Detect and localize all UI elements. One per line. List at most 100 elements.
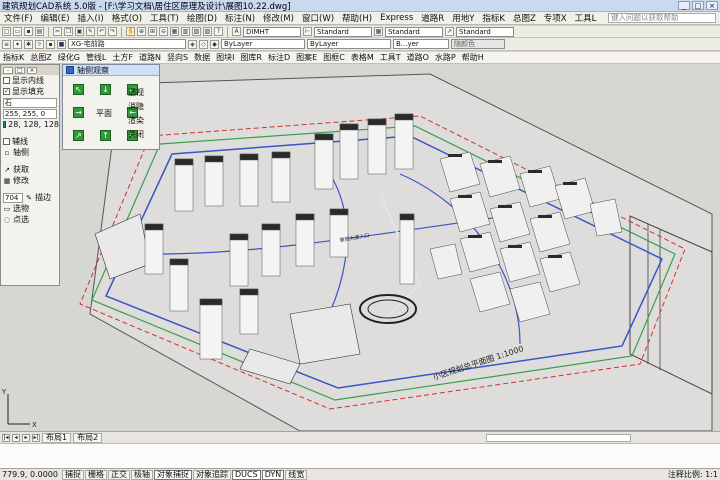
copy-icon[interactable]: ❐ bbox=[64, 27, 73, 36]
print-icon[interactable]: ▤ bbox=[35, 27, 44, 36]
zoom-window-icon[interactable]: ⊞ bbox=[148, 27, 157, 36]
menu-landuse[interactable]: 用地Y bbox=[448, 12, 478, 24]
tab-prev-icon[interactable]: ◂ bbox=[12, 433, 20, 442]
pmenu-water[interactable]: 水路P bbox=[432, 52, 459, 63]
pmenu-hatch[interactable]: 图案E bbox=[293, 52, 320, 63]
get-row[interactable]: ↗ 获取 bbox=[1, 164, 59, 175]
menu-tools[interactable]: 工具(T) bbox=[146, 12, 183, 24]
zoom-realtime-icon[interactable]: ⊕ bbox=[137, 27, 146, 36]
help-icon[interactable]: ? bbox=[214, 27, 223, 36]
color-icon[interactable]: ■ bbox=[57, 39, 66, 49]
arrow-right-icon[interactable]: → bbox=[73, 107, 84, 118]
make-current-icon[interactable]: ◈ bbox=[188, 39, 197, 49]
color1-row[interactable]: 255, 255, 0 bbox=[1, 108, 59, 119]
plotstyle-select[interactable]: 随颜色 bbox=[451, 39, 505, 49]
pan-icon[interactable]: ✋ bbox=[126, 27, 135, 36]
pmenu-table[interactable]: 表格M bbox=[348, 52, 377, 63]
arrow-up-right-icon[interactable]: ↗ bbox=[73, 130, 84, 141]
sun-icon[interactable]: ☼ bbox=[35, 39, 44, 49]
render-button[interactable]: 渲染 bbox=[128, 114, 154, 128]
axis-button[interactable]: 轴侧 bbox=[13, 147, 29, 158]
layer-states-icon[interactable]: ◆ bbox=[210, 39, 219, 49]
pmenu-dimension[interactable]: 标注D bbox=[265, 52, 293, 63]
table-style-select[interactable]: Standard bbox=[385, 26, 443, 37]
tab-first-icon[interactable]: |◂ bbox=[2, 433, 10, 442]
lineweight-toggle[interactable]: 线宽 bbox=[285, 469, 308, 480]
menu-special[interactable]: 专项X bbox=[540, 12, 571, 24]
tab-next-icon[interactable]: ▸ bbox=[22, 433, 30, 442]
grid-toggle[interactable]: 栅格 bbox=[85, 469, 107, 480]
panel-close-icon[interactable]: × bbox=[27, 66, 37, 74]
pmenu-data[interactable]: 数据 bbox=[191, 52, 213, 63]
point-button[interactable]: 点选 bbox=[13, 214, 29, 225]
get-button[interactable]: 获取 bbox=[13, 164, 29, 175]
panel-restore-icon[interactable]: □ bbox=[15, 66, 25, 74]
panel-minimize-icon[interactable]: - bbox=[3, 66, 13, 74]
pmenu-vertical[interactable]: 竖向S bbox=[164, 52, 191, 63]
close-button[interactable]: × bbox=[706, 1, 718, 10]
dim-style-icon[interactable]: ⊢ bbox=[303, 27, 312, 36]
menu-draw[interactable]: 绘图(D) bbox=[183, 12, 221, 24]
show-inner-lines-row[interactable]: 显示内线 bbox=[1, 75, 59, 86]
text-style-icon[interactable]: A bbox=[232, 27, 241, 36]
show-fill-row[interactable]: ✓ 显示填充 bbox=[1, 86, 59, 97]
lock-icon[interactable]: ▪ bbox=[46, 39, 55, 49]
pmenu-earth[interactable]: 土方F bbox=[109, 52, 136, 63]
cut-icon[interactable]: ✂ bbox=[53, 27, 62, 36]
aux-line-row[interactable]: 辅线 bbox=[1, 136, 59, 147]
tab-layout1[interactable]: 布局1 bbox=[42, 432, 72, 443]
pmenu-road[interactable]: 道路N bbox=[136, 52, 164, 63]
undo-icon[interactable]: ↶ bbox=[97, 27, 106, 36]
menu-index[interactable]: 指标K bbox=[478, 12, 509, 24]
color2-row[interactable]: 28, 128, 128 bbox=[1, 119, 59, 130]
redo-icon[interactable]: ↷ bbox=[108, 27, 117, 36]
color-select[interactable]: ByLayer bbox=[221, 39, 305, 49]
edit-button[interactable]: 修改 bbox=[13, 175, 29, 186]
paste-icon[interactable]: ▣ bbox=[75, 27, 84, 36]
ortho-toggle[interactable]: 正交 bbox=[108, 469, 130, 480]
save-icon[interactable]: ▪ bbox=[24, 27, 33, 36]
dropdown-icon[interactable]: ▾ bbox=[13, 39, 22, 49]
otrack-toggle[interactable]: 对象追踪 bbox=[193, 469, 231, 480]
select-row[interactable]: ▭ 选物 bbox=[1, 203, 59, 214]
osnap-toggle[interactable]: 对象捕捉 bbox=[154, 469, 192, 480]
snap-toggle[interactable]: 捕捉 bbox=[62, 469, 84, 480]
pmenu-tools[interactable]: 工具T bbox=[377, 52, 404, 63]
axis-row[interactable]: ▫ 轴侧 bbox=[1, 147, 59, 158]
polar-toggle[interactable]: 极轴 bbox=[131, 469, 153, 480]
pmenu-library[interactable]: 图库R bbox=[237, 52, 265, 63]
calculator-icon[interactable]: ▨ bbox=[203, 27, 212, 36]
arrow-up-left-icon[interactable]: ↖ bbox=[73, 84, 84, 95]
trace-button[interactable]: 描边 bbox=[35, 192, 51, 203]
arrow-down-icon[interactable]: ↓ bbox=[100, 84, 111, 95]
dyn-toggle[interactable]: DYN bbox=[261, 469, 285, 480]
menu-insert[interactable]: 插入(I) bbox=[74, 12, 108, 24]
bulb-icon[interactable]: ✱ bbox=[24, 39, 33, 49]
properties-icon[interactable]: ▦ bbox=[170, 27, 179, 36]
open-icon[interactable]: ▭ bbox=[13, 27, 22, 36]
point-row[interactable]: ◌ 点选 bbox=[1, 214, 59, 225]
perspective-button[interactable]: 透视 bbox=[128, 86, 154, 100]
pmenu-siteplan[interactable]: 总图Z bbox=[27, 52, 54, 63]
horizontal-scrollbar[interactable] bbox=[486, 434, 631, 442]
style-field[interactable]: 石 bbox=[3, 97, 57, 108]
designcenter-icon[interactable]: ▥ bbox=[181, 27, 190, 36]
arrow-up-icon[interactable]: ↑ bbox=[100, 130, 111, 141]
edit-row[interactable]: ▦ 修改 bbox=[1, 175, 59, 186]
dim-style-select[interactable]: DIMHT bbox=[243, 26, 301, 37]
pmenu-pipe[interactable]: 管线L bbox=[83, 52, 109, 63]
menu-express[interactable]: Express bbox=[376, 13, 417, 23]
menu-modify[interactable]: 修改(M) bbox=[259, 12, 298, 24]
menu-window[interactable]: 窗口(W) bbox=[298, 12, 338, 24]
pmenu-index[interactable]: 指标K bbox=[0, 52, 27, 63]
pmenu-roads[interactable]: 道路O bbox=[404, 52, 432, 63]
layer-select[interactable]: XG-宅前路 bbox=[68, 39, 186, 49]
menu-tools-l[interactable]: 工具L bbox=[571, 12, 601, 24]
minimize-button[interactable]: _ bbox=[678, 1, 690, 10]
menu-road[interactable]: 道路R bbox=[417, 12, 448, 24]
matchprop-icon[interactable]: ✎ bbox=[86, 27, 95, 36]
menu-dimension[interactable]: 标注(N) bbox=[221, 12, 259, 24]
select-button[interactable]: 选物 bbox=[13, 203, 29, 214]
table-style-icon[interactable]: ▦ bbox=[374, 27, 383, 36]
number-field[interactable]: 704 bbox=[3, 192, 23, 203]
